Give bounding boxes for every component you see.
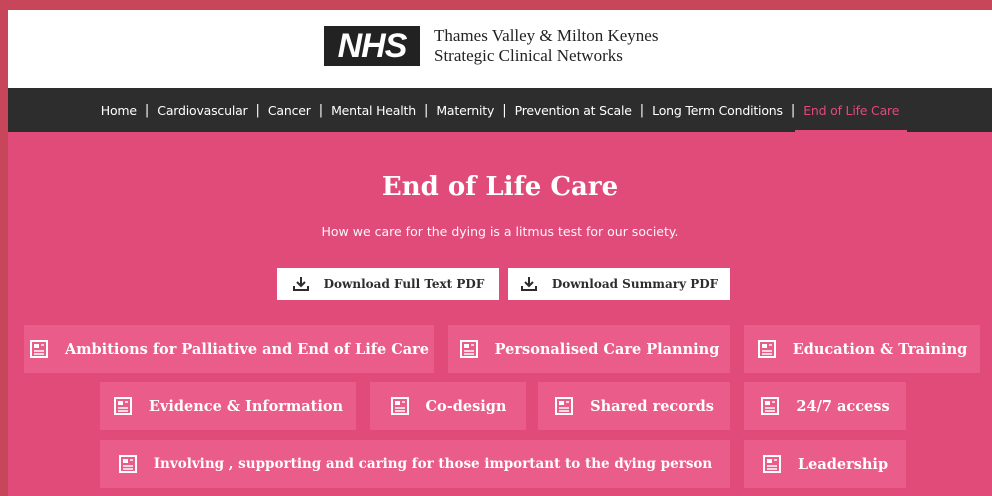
topic-label: Evidence & Information bbox=[148, 397, 344, 415]
document-icon bbox=[29, 339, 49, 359]
topic-tile-24-7-access[interactable]: 24/7 access bbox=[744, 382, 906, 430]
document-icon bbox=[760, 396, 780, 416]
document-icon bbox=[757, 339, 777, 359]
download-full-text-label: Download Full Text PDF bbox=[323, 277, 485, 291]
topic-tile-evidence-information[interactable]: Evidence & Information bbox=[100, 382, 356, 430]
nhs-logo: NHS bbox=[324, 26, 420, 66]
topic-tile-shared-records[interactable]: Shared records bbox=[538, 382, 730, 430]
topic-tile-co-design[interactable]: Co-design bbox=[370, 382, 526, 430]
topic-label: 24/7 access bbox=[796, 397, 890, 415]
topic-label: Ambitions for Palliative and End of Life… bbox=[64, 340, 430, 358]
topic-tile-ambitions[interactable]: Ambitions for Palliative and End of Life… bbox=[24, 325, 434, 373]
nav-item-cancer[interactable]: Cancer bbox=[260, 103, 319, 118]
nav-item-end-of-life-care[interactable]: End of Life Care bbox=[795, 103, 908, 133]
topic-tile-leadership[interactable]: Leadership bbox=[744, 440, 906, 488]
download-summary-button[interactable]: Download Summary PDF bbox=[508, 268, 730, 300]
document-icon bbox=[459, 339, 479, 359]
document-icon bbox=[554, 396, 574, 416]
nav-item-prevention-at-scale[interactable]: Prevention at Scale bbox=[507, 103, 640, 118]
topic-label: Education & Training bbox=[792, 340, 968, 358]
topic-label: Leadership bbox=[797, 455, 889, 473]
page-frame: NHS Thames Valley & Milton Keynes Strate… bbox=[8, 8, 992, 496]
download-icon bbox=[292, 277, 309, 291]
document-icon bbox=[762, 454, 782, 474]
topic-label: Shared records bbox=[590, 397, 714, 415]
page-title: End of Life Care bbox=[381, 172, 619, 202]
main-nav: Home | Cardiovascular | Cancer | Mental … bbox=[8, 88, 992, 133]
topic-label: Personalised Care Planning bbox=[494, 340, 720, 358]
nav-item-home[interactable]: Home bbox=[93, 103, 145, 118]
nav-item-mental-health[interactable]: Mental Health bbox=[323, 103, 424, 118]
topic-tile-personalised-care-planning[interactable]: Personalised Care Planning bbox=[448, 325, 730, 373]
document-icon bbox=[118, 454, 138, 474]
document-icon bbox=[113, 396, 133, 416]
document-icon bbox=[390, 396, 410, 416]
org-name-line-2: Strategic Clinical Networks bbox=[434, 46, 623, 65]
topic-label: Involving , supporting and caring for th… bbox=[153, 456, 713, 472]
download-full-text-button[interactable]: Download Full Text PDF bbox=[277, 268, 499, 300]
page-subtitle: How we care for the dying is a litmus te… bbox=[321, 224, 679, 239]
nav-item-maternity[interactable]: Maternity bbox=[428, 103, 502, 118]
nav-item-long-term-conditions[interactable]: Long Term Conditions bbox=[644, 103, 791, 118]
download-icon bbox=[520, 277, 537, 291]
logo-link[interactable]: NHS Thames Valley & Milton Keynes Strate… bbox=[324, 26, 658, 66]
topic-label: Co-design bbox=[425, 397, 507, 415]
download-summary-label: Download Summary PDF bbox=[551, 277, 719, 291]
topic-tile-education-training[interactable]: Education & Training bbox=[744, 325, 980, 373]
organisation-name: Thames Valley & Milton Keynes Strategic … bbox=[434, 26, 658, 66]
topic-tile-involving-supporting[interactable]: Involving , supporting and caring for th… bbox=[100, 440, 730, 488]
nav-item-cardiovascular[interactable]: Cardiovascular bbox=[149, 103, 255, 118]
org-name-line-1: Thames Valley & Milton Keynes bbox=[434, 26, 659, 45]
site-header: NHS Thames Valley & Milton Keynes Strate… bbox=[8, 8, 992, 88]
